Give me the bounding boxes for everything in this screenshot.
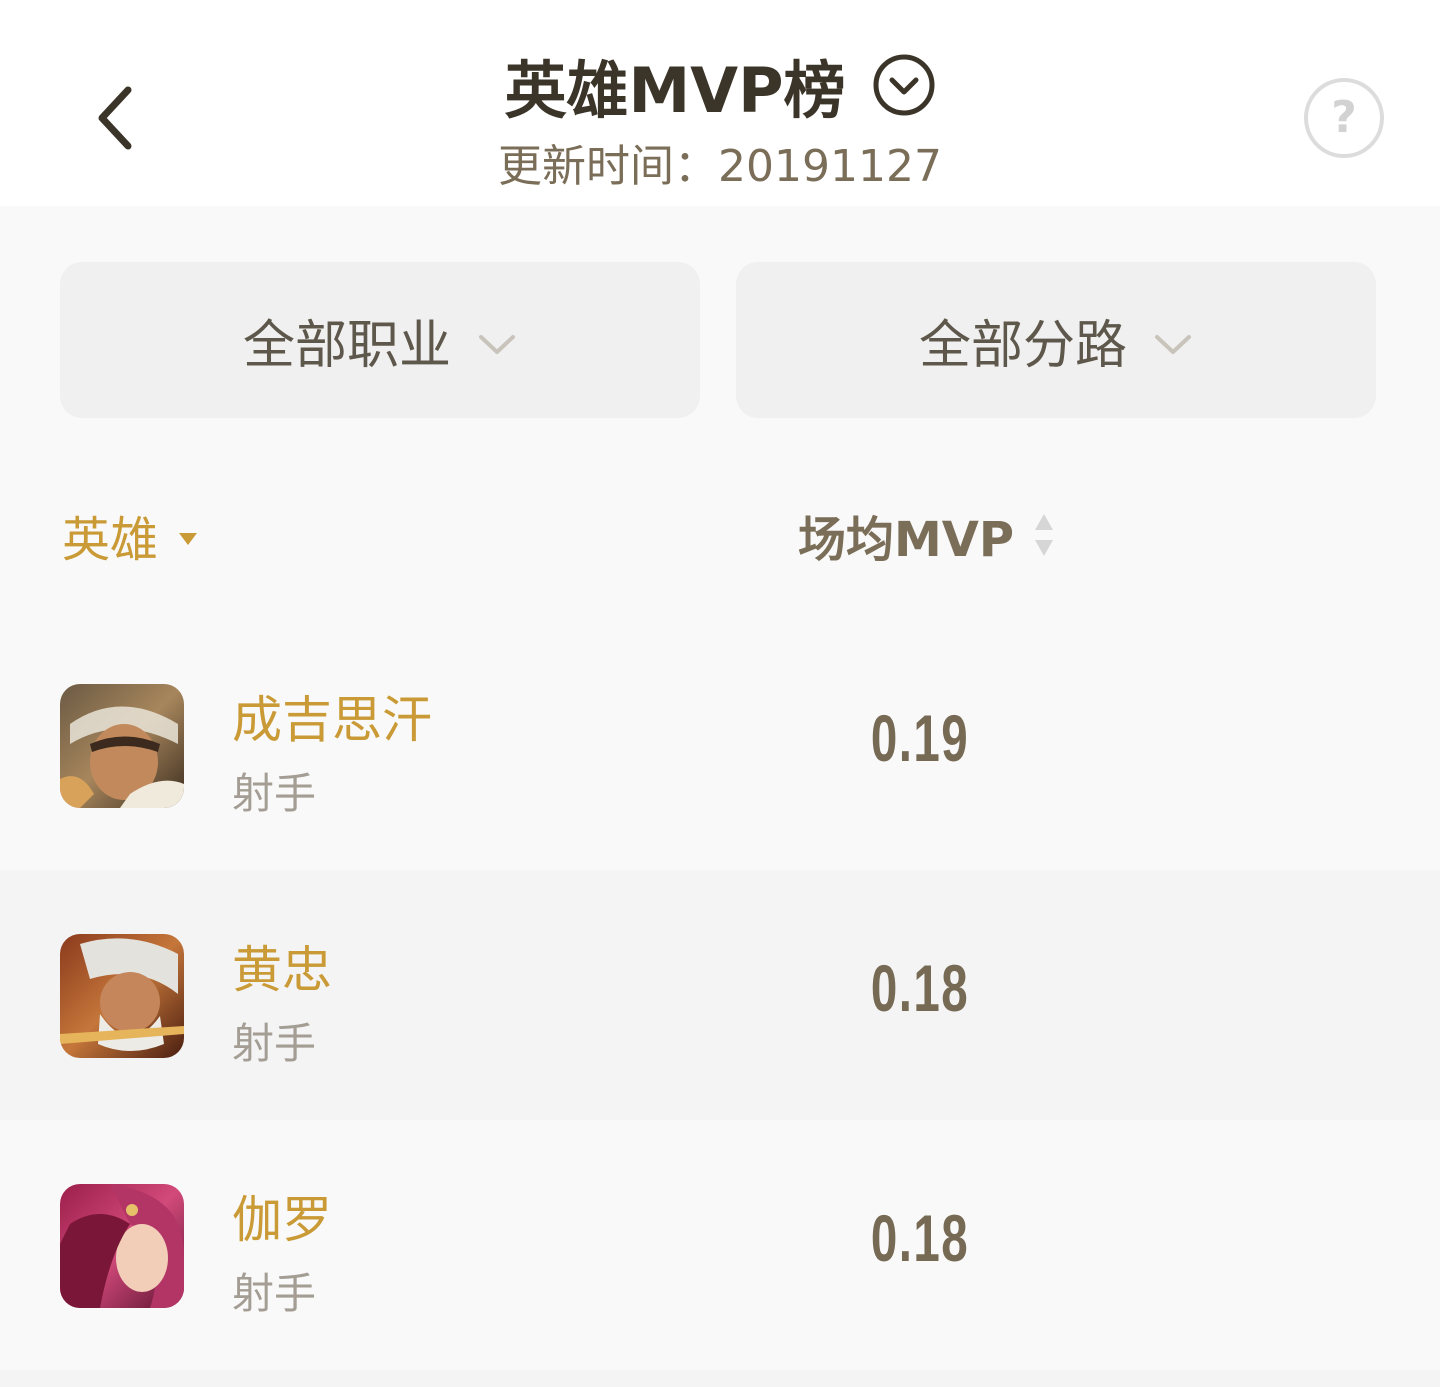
lane-filter-dropdown[interactable]: 全部分路: [736, 262, 1376, 418]
title-row: 英雄MVP榜: [0, 40, 1440, 130]
page-title: 英雄MVP榜: [504, 54, 846, 127]
hero-name: 伽罗: [232, 1191, 332, 1249]
hero-role: 射手: [232, 1269, 317, 1318]
role-filter-label: 全部职业: [242, 315, 451, 376]
chevron-down-circle-icon: [873, 54, 935, 116]
hero-avatar: [60, 934, 184, 1058]
hero-role: 射手: [232, 1019, 317, 1068]
hero-name: 黄忠: [232, 941, 332, 999]
sort-desc-icon: [179, 533, 198, 545]
mvp-column-label: 场均MVP: [798, 512, 1015, 568]
hero-column-label: 英雄: [62, 512, 159, 568]
mvp-value: 0.18: [870, 951, 970, 1025]
next-row-partial: [0, 1370, 1440, 1387]
hero-role: 射手: [232, 769, 317, 818]
title-dropdown-button[interactable]: [872, 53, 936, 117]
hero-avatar: [60, 684, 184, 808]
mvp-value: 0.19: [870, 701, 970, 775]
hero-avatar: [60, 1184, 184, 1308]
sort-icon: [1035, 514, 1054, 556]
hero-row[interactable]: 成吉思汗 射手 0.19: [0, 620, 1440, 870]
mvp-value: 0.18: [870, 1201, 970, 1275]
hero-name: 成吉思汗: [232, 691, 432, 749]
hero-row[interactable]: 黄忠 射手 0.18: [0, 870, 1440, 1120]
chevron-down-icon: [1155, 335, 1191, 354]
chevron-down-icon: [479, 335, 515, 354]
help-button[interactable]: ?: [1304, 78, 1384, 158]
top-bar: 英雄MVP榜 更新时间：20191127 ?: [0, 0, 1440, 206]
hero-row[interactable]: 伽罗 射手 0.18: [0, 1120, 1440, 1370]
lane-filter-label: 全部分路: [918, 315, 1127, 376]
mvp-column-header[interactable]: 场均MVP: [798, 500, 1056, 570]
update-time: 更新时间：20191127: [498, 141, 942, 192]
hero-column-header[interactable]: 英雄: [62, 500, 198, 570]
role-filter-dropdown[interactable]: 全部职业: [60, 262, 700, 418]
